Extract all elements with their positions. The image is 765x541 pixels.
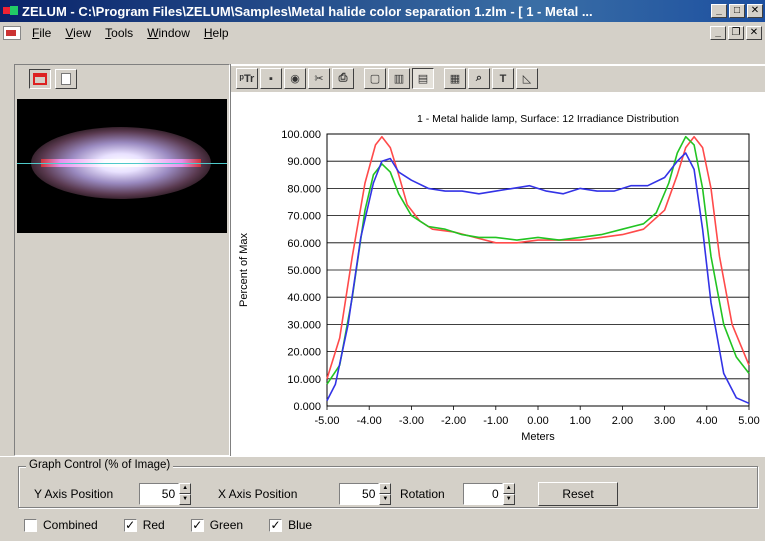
image-pane (14, 64, 230, 456)
y-tick-label: 50.000 (287, 265, 321, 277)
y-tick-label: 70.000 (287, 211, 321, 223)
camera-button[interactable]: ◉ (284, 68, 306, 89)
x-axis-down-arrow-icon[interactable]: ▼ (379, 494, 392, 505)
x-tick-label: -3.00 (399, 415, 424, 427)
green-checkbox[interactable]: ✓ Green (190, 518, 244, 532)
y-axis-down-arrow-icon[interactable]: ▼ (179, 494, 192, 505)
x-axis-label: Meters (521, 431, 555, 443)
y-tick-label: 30.000 (287, 319, 321, 331)
green-check-box[interactable]: ✓ (190, 518, 204, 532)
graph-toolbar: ᵖTr ▪ ◉ ✂ ⎙ ▢ ▥ ▤ ▦ ⌕ T ◺ (236, 68, 538, 89)
mdi-restore-button[interactable]: ❐ (728, 26, 744, 40)
x-axis-up-arrow-icon[interactable]: ▲ (379, 483, 392, 494)
combined-checkbox[interactable]: Combined (24, 518, 98, 532)
image-toolbar (29, 69, 77, 89)
color-image-button[interactable] (29, 69, 51, 89)
irradiance-chart: 0.000 10.000 20.000 30.000 40.000 50.000 60.00… (238, 113, 760, 443)
save-button[interactable]: ▪ (260, 68, 282, 89)
x-tick-label: -5.00 (314, 415, 339, 427)
x-tick-label: 2.00 (612, 415, 633, 427)
axis-button[interactable]: ◺ (516, 68, 538, 89)
rotation-up-arrow-icon[interactable]: ▲ (502, 483, 515, 494)
menu-window[interactable]: Window (140, 26, 197, 40)
rotation-spinner: 0 ▲ ▼ (462, 483, 515, 505)
color-view-icon (33, 73, 47, 85)
channel-checkboxes: Combined ✓ Red ✓ Green ✓ Blue (24, 518, 338, 532)
rotation-input[interactable]: 0 (462, 483, 503, 505)
x-tick-label: 4.00 (696, 415, 717, 427)
blue-checkbox[interactable]: ✓ Blue (269, 518, 312, 532)
zoom-button[interactable]: ⌕ (468, 68, 490, 89)
chart-data-button[interactable]: ▦ (444, 68, 466, 89)
reset-button[interactable]: Reset (538, 482, 618, 506)
x-tick-label: -1.00 (483, 415, 508, 427)
red-label: Red (142, 518, 165, 532)
graph-control-legend: Graph Control (% of Image) (26, 459, 174, 471)
graph-control-panel: Graph Control (% of Image) Y Axis Positi… (0, 456, 765, 541)
y-tick-label: 60.000 (287, 238, 321, 250)
menu-help[interactable]: Help (197, 26, 236, 40)
y-axis-up-arrow-icon[interactable]: ▲ (179, 483, 192, 494)
x-tick-label: 5.00 (738, 415, 759, 427)
print-button[interactable]: ⎙ (332, 68, 354, 89)
blue-check-box[interactable]: ✓ (269, 518, 283, 532)
x-tick-label: 1.00 (569, 415, 590, 427)
rotation-control: Rotation 0 ▲ ▼ (400, 483, 515, 505)
x-tick-label: -2.00 (441, 415, 466, 427)
mdi-minimize-button[interactable]: _ (710, 26, 726, 40)
y-tick-label: 100.000 (281, 129, 321, 141)
x-axis-label: X Axis Position (218, 487, 298, 501)
rotation-label: Rotation (400, 487, 445, 501)
mdi-close-button[interactable]: ✕ (746, 26, 762, 40)
x-tick-label: -4.00 (357, 415, 382, 427)
menu-file[interactable]: File (25, 26, 58, 40)
window-title: ZELUM - C:\Program Files\ZELUM\Samples\M… (22, 3, 593, 19)
irradiance-image[interactable] (17, 99, 227, 233)
y-tick-label: 40.000 (287, 292, 321, 304)
y-axis-input[interactable]: 50 (139, 483, 180, 505)
grid-horizontal-button[interactable]: ▤ (412, 68, 434, 89)
maximize-button[interactable]: □ (729, 4, 745, 18)
y-tick-label: 10.000 (287, 374, 321, 386)
chart-title: 1 - Metal halide lamp, Surface: 12 Irrad… (417, 113, 679, 125)
red-check-box[interactable]: ✓ (123, 518, 137, 532)
grid-vertical-button[interactable]: ▥ (388, 68, 410, 89)
close-button[interactable]: ✕ (747, 4, 763, 18)
x-axis-spinner: 50 ▲ ▼ (339, 483, 392, 505)
title-button[interactable]: T (492, 68, 514, 89)
menu-tools[interactable]: Tools (98, 26, 140, 40)
rotation-down-arrow-icon[interactable]: ▼ (502, 494, 515, 505)
app-icon[interactable] (3, 4, 19, 18)
title-bar: ZELUM - C:\Program Files\ZELUM\Samples\M… (0, 0, 765, 22)
window-controls: _ □ ✕ (709, 4, 763, 18)
y-tick-label: 80.000 (287, 183, 321, 195)
cut-button[interactable]: ✂ (308, 68, 330, 89)
menu-view[interactable]: View (58, 26, 98, 40)
document-view-button[interactable] (55, 69, 77, 89)
document-icon[interactable] (3, 26, 21, 40)
text-format-button[interactable]: ᵖTr (236, 68, 258, 89)
red-checkbox[interactable]: ✓ Red (123, 518, 165, 532)
x-tick-label: 0.00 (527, 415, 548, 427)
x-tick-label: 3.00 (654, 415, 675, 427)
menu-bar: File View Tools Window Help _ ❐ ✕ (0, 22, 765, 44)
green-label: Green (209, 518, 244, 532)
x-axis-input[interactable]: 50 (339, 483, 380, 505)
y-axis-spinner: 50 ▲ ▼ (139, 483, 192, 505)
preview-button[interactable]: ▢ (364, 68, 386, 89)
page-icon (61, 73, 71, 85)
mdi-controls: _ ❐ ✕ (708, 26, 762, 40)
y-axis-label: Y Axis Position (34, 487, 114, 501)
y-axis-label: Percent of Max (238, 233, 250, 307)
y-tick-label: 0.000 (293, 401, 321, 413)
blue-label: Blue (288, 518, 313, 532)
slice-line[interactable] (17, 163, 227, 164)
minimize-button[interactable]: _ (711, 4, 727, 18)
combined-check-box[interactable] (24, 518, 37, 532)
y-tick-label: 90.000 (287, 156, 321, 168)
y-tick-label: 20.000 (287, 347, 321, 359)
y-axis-control: Y Axis Position 50 ▲ ▼ (34, 483, 192, 505)
x-axis-control: X Axis Position 50 ▲ ▼ (218, 483, 392, 505)
combined-label: Combined (43, 518, 98, 532)
